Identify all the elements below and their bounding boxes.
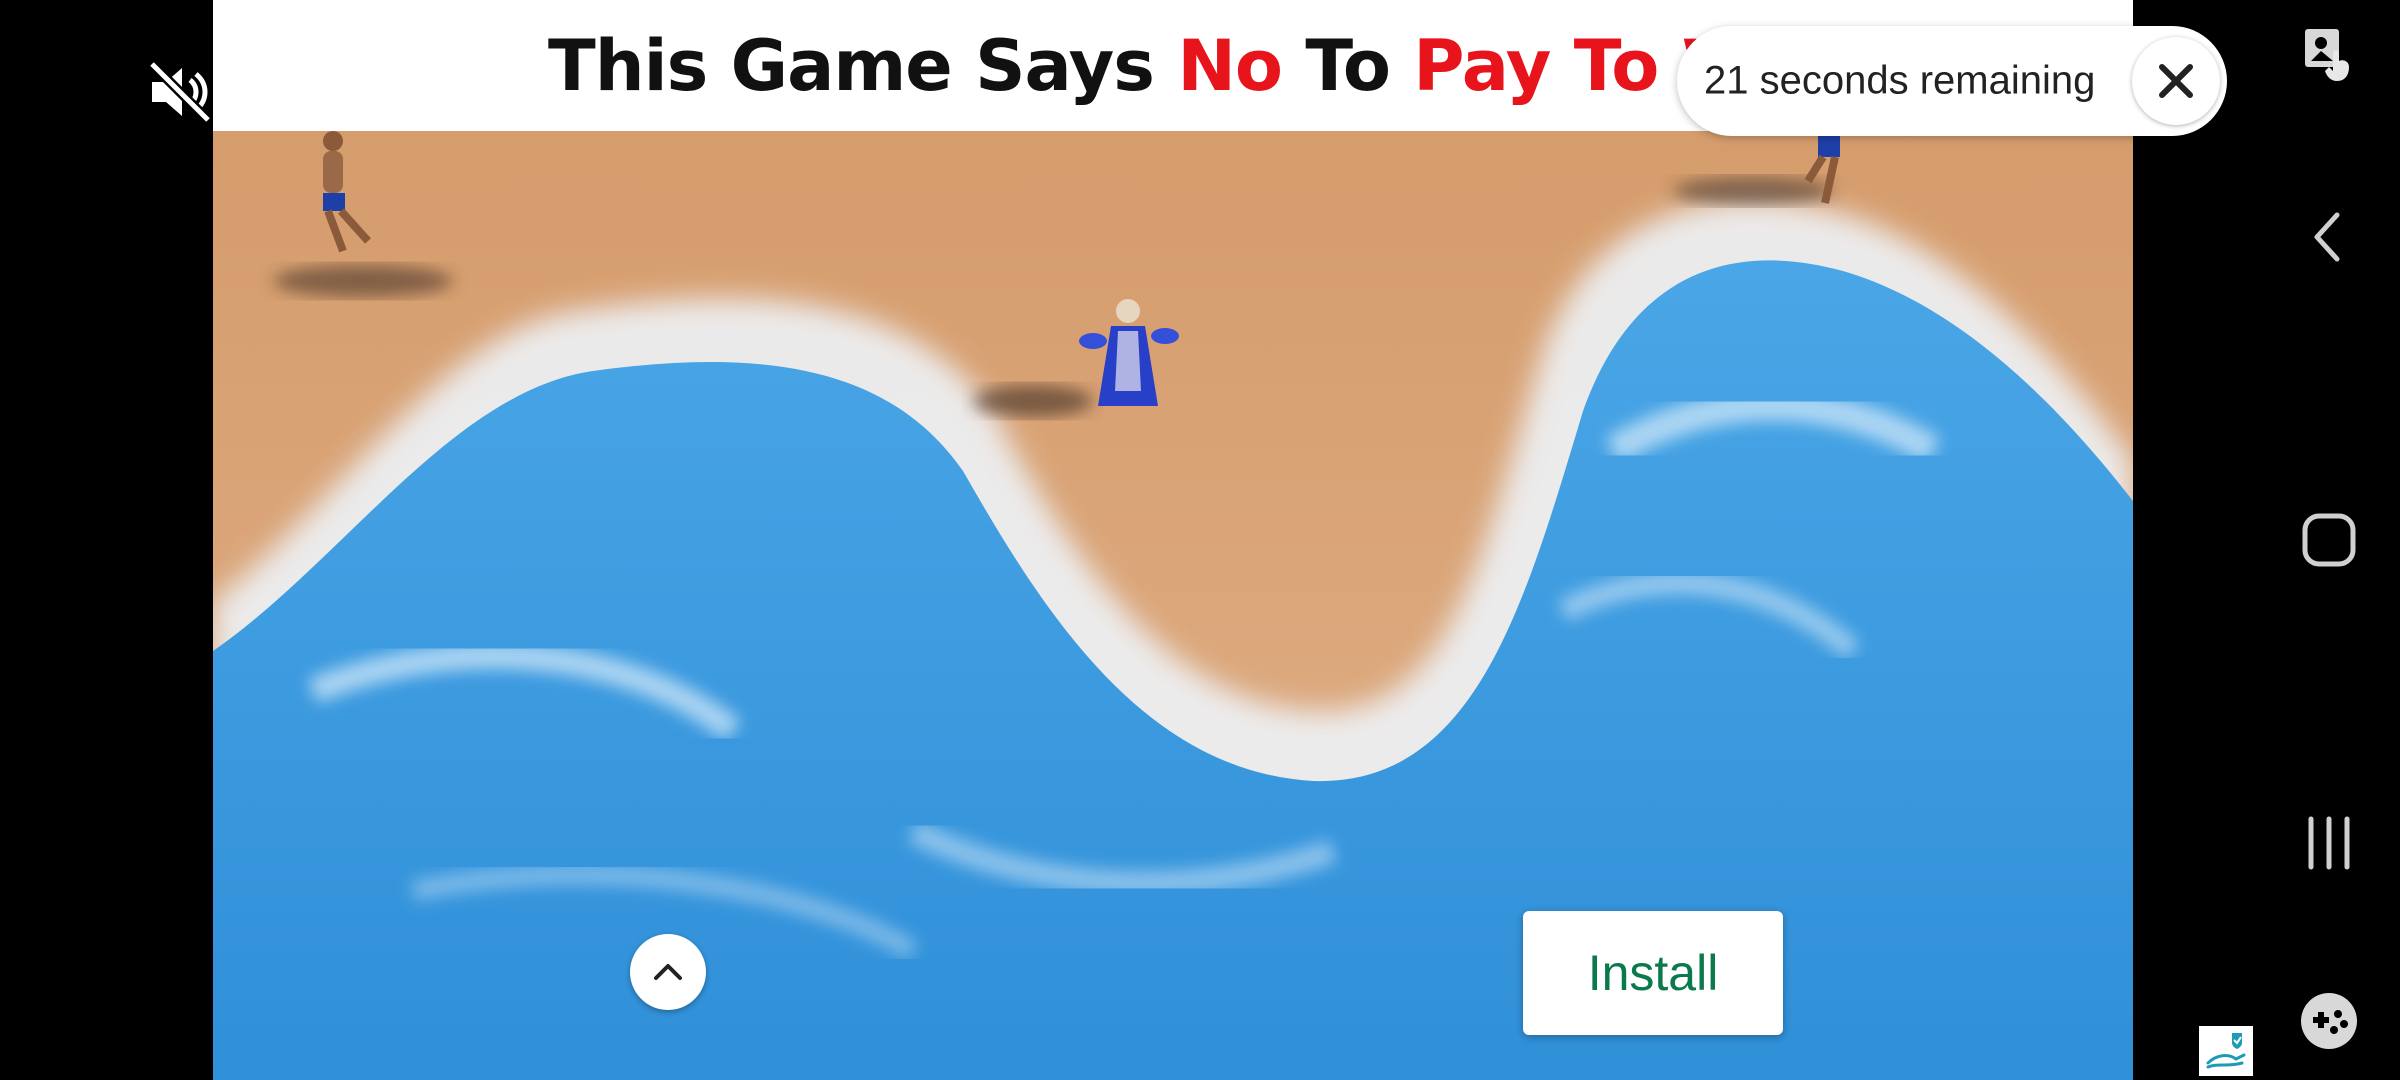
headline-part-3: To <box>1282 24 1414 107</box>
chevron-up-icon <box>654 964 682 980</box>
game-launcher-button[interactable] <box>2290 982 2368 1060</box>
mute-button[interactable] <box>146 58 214 126</box>
ad-headline: This Game Says No To Pay To W <box>548 24 1759 107</box>
recent-apps-button[interactable] <box>2290 804 2368 882</box>
home-icon <box>2302 513 2356 567</box>
back-icon <box>2314 212 2340 262</box>
recent-apps-icon <box>2308 816 2350 870</box>
headline-part-1: This Game Says <box>548 24 1178 107</box>
screenshot-button[interactable] <box>2290 16 2368 94</box>
video-ad[interactable]: This Game Says No To Pay To W Install <box>213 0 2133 1080</box>
beach-scene <box>213 131 2133 1080</box>
headline-part-2: No <box>1177 24 1283 107</box>
close-ad-button[interactable] <box>2132 37 2220 125</box>
screen: This Game Says No To Pay To W Install 21… <box>0 0 2400 1080</box>
countdown-pill: 21 seconds remaining <box>1677 26 2227 136</box>
game-launcher-icon <box>2301 993 2357 1049</box>
countdown-text: 21 seconds remaining <box>1704 58 2096 103</box>
install-button[interactable]: Install <box>1523 911 1783 1035</box>
volume-muted-icon <box>148 60 212 124</box>
scroll-up-button[interactable] <box>630 934 706 1010</box>
adchoices-badge[interactable] <box>2199 1026 2253 1076</box>
home-button[interactable] <box>2290 501 2368 579</box>
screenshot-icon <box>2305 29 2349 81</box>
back-button[interactable] <box>2290 198 2368 276</box>
adchoices-icon <box>2206 1033 2246 1069</box>
close-icon <box>2159 64 2193 98</box>
